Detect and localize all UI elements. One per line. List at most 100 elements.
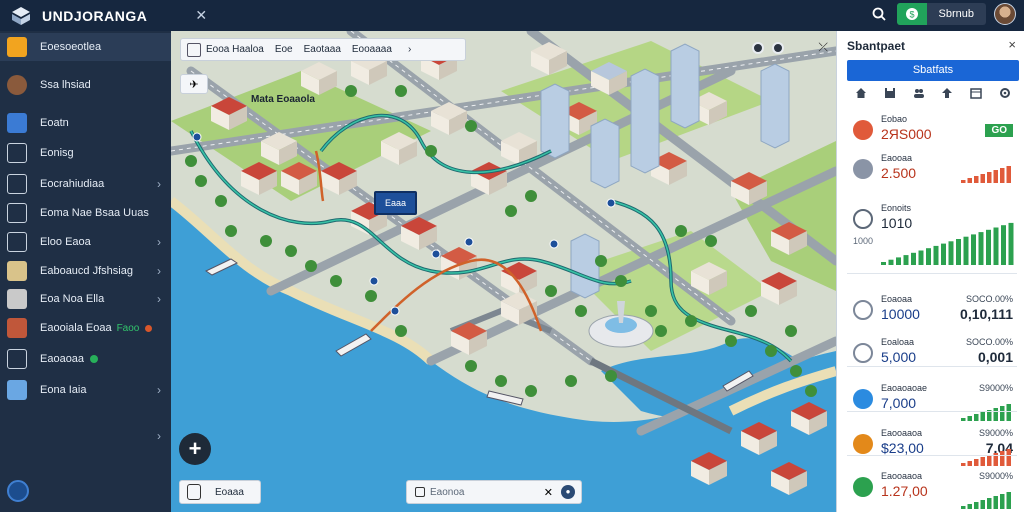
pie-icon: [853, 434, 873, 454]
stat-row[interactable]: Eaooaaoa 1.27,00 S9000%: [837, 471, 1024, 511]
map-tab-2[interactable]: Eoe: [275, 44, 293, 55]
gear-icon: [853, 343, 873, 363]
settings-icon[interactable]: [999, 87, 1011, 99]
stat-label: Eaooaaoa: [881, 428, 923, 438]
info-icon[interactable]: ●: [561, 485, 575, 499]
sidebar-item-11[interactable]: Eaoaoaa: [0, 345, 171, 373]
sidebar-item-2[interactable]: Ssa lhsiad: [0, 71, 171, 99]
sidebar-item-3[interactable]: Eoatn: [0, 109, 171, 137]
stat-value: 7,000: [881, 395, 917, 411]
compass-icon[interactable]: ✈: [180, 74, 208, 94]
panel-title: Sbantpaet: [847, 39, 906, 53]
help-icon[interactable]: [7, 480, 29, 502]
stat-row[interactable]: Eaooaaoa $23,00 S9000% 7,04: [837, 428, 1024, 468]
map-search[interactable]: Eaonoa ✕ ●: [406, 480, 582, 504]
stat-row[interactable]: Eoaoaa 10000 SOCO.00% 0,10,111: [837, 294, 1024, 334]
stat-label: Eaoaoaoae: [881, 383, 928, 393]
store-icon: [7, 318, 27, 338]
coin-icon: [853, 120, 873, 140]
stat-label: Eaooaaoa: [881, 471, 923, 481]
city-map[interactable]: Eooa Haaloa Eoe Eaotaaa Eooaaaa › ⤫ ✈ Ma…: [171, 31, 836, 512]
camera-icon[interactable]: [752, 41, 765, 54]
sidebar-badge: Faoo: [116, 322, 140, 334]
map-bottom-left-control[interactable]: Eoaaa: [179, 480, 261, 504]
park-icon: [7, 349, 27, 369]
sparkline: [961, 449, 1011, 466]
factory-icon: [7, 261, 27, 281]
stat-row[interactable]: Eaooaa 2.500: [837, 153, 1024, 193]
chevron-right-icon: ›: [157, 264, 161, 278]
build-button[interactable]: +: [179, 433, 211, 465]
list-icon: [7, 174, 27, 194]
search-input[interactable]: Eaonoa: [430, 487, 464, 498]
sidebar-item-label: Eoatn: [40, 117, 69, 129]
sidebar-item-9[interactable]: Eoa Noa Ella ›: [0, 285, 171, 313]
top-bar: UNDJORANGA ✕ $ Sbrnub: [0, 0, 1024, 31]
sidebar-item-label: Eona Iaia: [40, 384, 87, 396]
map-toolbar: Eooa Haaloa Eoe Eaotaaa Eooaaaa ›: [180, 38, 466, 61]
panel-icon-row: [847, 85, 1019, 101]
home-icon[interactable]: [855, 87, 867, 99]
sidebar-item-6[interactable]: Eoma Nae Bsaa Uuas: [0, 199, 171, 227]
upload-icon[interactable]: [941, 87, 953, 99]
map-tab-4[interactable]: Eooaaaa: [352, 44, 392, 55]
sidebar-item-label: Ssa lhsiad: [40, 79, 91, 91]
tools-icon[interactable]: ✕: [544, 486, 553, 499]
stat-row[interactable]: Eoaloaa 5,000 SOCO.00% 0,001: [837, 337, 1024, 377]
map-tab-1[interactable]: Eooa Haaloa: [206, 44, 264, 55]
chevron-right-icon[interactable]: ›: [157, 429, 161, 443]
sidebar-item-12[interactable]: Eona Iaia ›: [0, 376, 171, 404]
water-icon: [853, 389, 873, 409]
calendar-icon[interactable]: [970, 87, 982, 99]
sidebar-item-label: Eocrahiudiaa: [40, 178, 105, 190]
stat-value: 1.27,00: [881, 483, 928, 499]
stat-label: Eonoits: [881, 203, 912, 213]
chevron-right-icon: ›: [157, 177, 161, 191]
stat-label: Eobao: [881, 114, 908, 124]
layers-icon[interactable]: [187, 42, 201, 57]
chevron-right-icon: ›: [157, 292, 161, 306]
stat-value: $23,00: [881, 440, 924, 456]
close-icon[interactable]: ✕: [195, 7, 207, 24]
growth-bar-chart: [881, 222, 1014, 265]
stat-side-label: S9000%: [978, 383, 1013, 393]
sidebar-item-5[interactable]: Eocrahiudiaa ›: [0, 170, 171, 198]
stat-side-label: SOCO.00%: [965, 337, 1013, 347]
stat-side-value: 0,001: [977, 349, 1013, 365]
house-outline-icon: [7, 143, 27, 163]
map-toolbar-next-icon[interactable]: ›: [408, 44, 411, 55]
chart-icon: [7, 232, 27, 252]
save-icon[interactable]: [884, 87, 896, 99]
sidebar-item-1[interactable]: Eoesoeotlea: [0, 33, 171, 61]
divider: [847, 411, 1017, 412]
search-icon[interactable]: [869, 4, 889, 24]
sidebar-item-10[interactable]: Eaooiala Eoaa Faoo: [0, 314, 171, 342]
money-badge[interactable]: $ Sbrnub: [896, 3, 986, 25]
money-icon: $: [896, 3, 927, 25]
sidebar-item-label: Eloo Eaoa: [40, 236, 91, 248]
app-title: UNDJORANGA: [42, 7, 148, 24]
stat-row[interactable]: Eobao 2ЯS000 GO: [837, 114, 1024, 154]
stats-panel: Sbantpaet × Sbatfats Eobao 2ЯS000 GO Eaooaa…: [836, 31, 1024, 512]
stat-value: 5,000: [881, 349, 917, 365]
stat-row[interactable]: Eaoaoaoae 7,000 S9000%: [837, 383, 1024, 423]
divider: [847, 455, 1017, 456]
panel-close-icon[interactable]: ×: [1008, 37, 1016, 52]
map-tab-3[interactable]: Eaotaaa: [304, 44, 341, 55]
logo-icon: [12, 6, 30, 25]
leaf-icon: [853, 477, 873, 497]
avatar[interactable]: [994, 3, 1016, 25]
lock-icon[interactable]: [772, 41, 785, 54]
sidebar-item-7[interactable]: Eloo Eaoa ›: [0, 228, 171, 256]
people-icon[interactable]: [913, 87, 925, 99]
sidebar-item-4[interactable]: Eonisg: [0, 139, 171, 167]
sidebar: Eoesoeotlea Ssa lhsiad Eoatn Eonisg Eocrahiu…: [0, 31, 171, 512]
panel-primary-button[interactable]: Sbatfats: [847, 60, 1019, 81]
route-sign[interactable]: Eaaa: [374, 191, 417, 215]
collapse-icon[interactable]: ⤫: [818, 40, 828, 55]
sidebar-item-8[interactable]: Eaboaucd Jfshsiag ›: [0, 257, 171, 285]
user-avatar-icon: [7, 75, 27, 95]
stat-label: Eoaoaa: [881, 294, 913, 304]
alert-dot: [145, 324, 153, 332]
divider: [847, 273, 1017, 274]
